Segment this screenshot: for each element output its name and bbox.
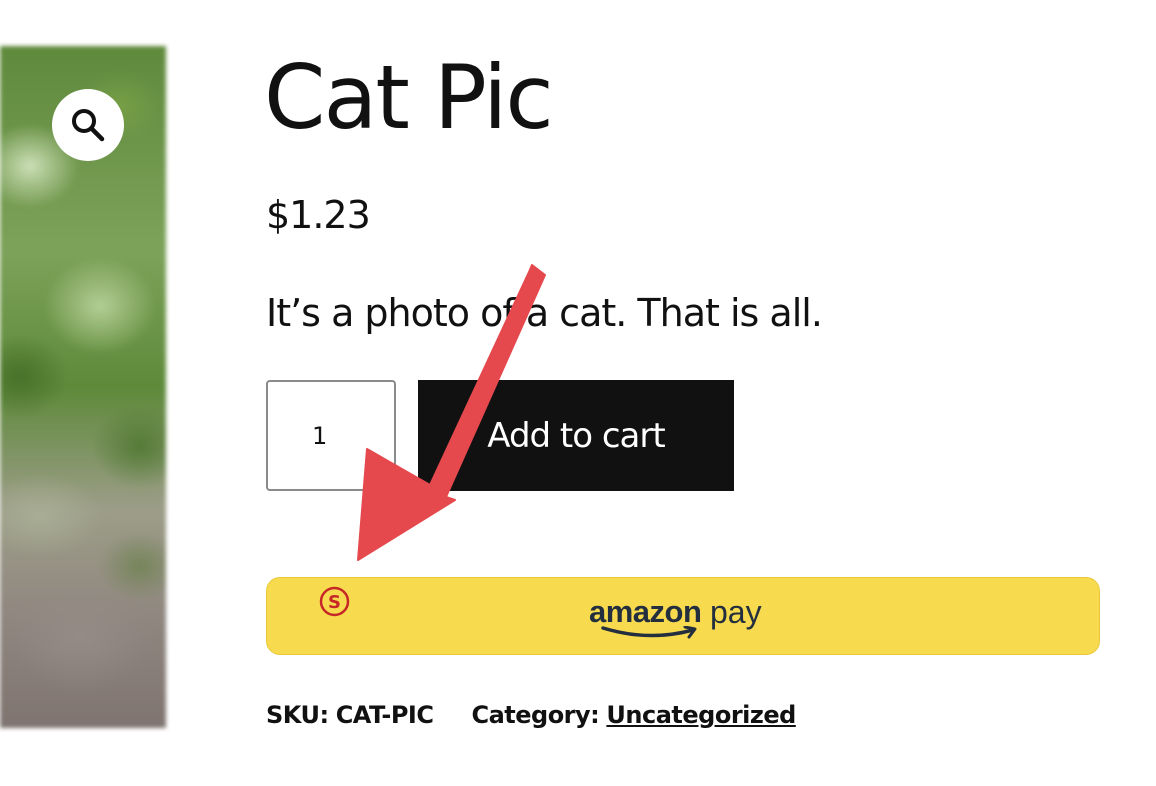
sezzle-s-icon: S [319, 586, 350, 617]
product-meta: SKU: CAT-PIC Category: Uncategorized [266, 701, 796, 729]
amazon-pay-button[interactable]: amazon pay [266, 577, 1100, 655]
add-to-cart-button[interactable]: Add to cart [418, 380, 734, 491]
category-label: Category: [471, 701, 600, 729]
product-description: It’s a photo of a cat. That is all. [266, 291, 823, 335]
amazon-smile-arrow-icon [601, 626, 697, 639]
category-link[interactable]: Uncategorized [606, 701, 796, 729]
search-icon [72, 109, 105, 142]
product-title: Cat Pic [264, 46, 554, 149]
svg-text:S: S [328, 592, 341, 613]
amazon-pay-logo-amazon: amazon [589, 594, 702, 629]
amazon-pay-logo: amazon pay [589, 592, 779, 644]
category: Category: Uncategorized [471, 701, 796, 729]
sku: SKU: CAT-PIC [266, 701, 434, 729]
sku-label: SKU: [266, 701, 329, 729]
zoom-button[interactable] [52, 89, 124, 161]
amazon-pay-logo-pay: pay [710, 594, 762, 630]
product-price: $1.23 [266, 193, 371, 237]
sku-value: CAT-PIC [335, 701, 434, 729]
quantity-input[interactable] [266, 380, 396, 491]
product-page: Cat Pic $1.23 It’s a photo of a cat. Tha… [0, 0, 1156, 786]
